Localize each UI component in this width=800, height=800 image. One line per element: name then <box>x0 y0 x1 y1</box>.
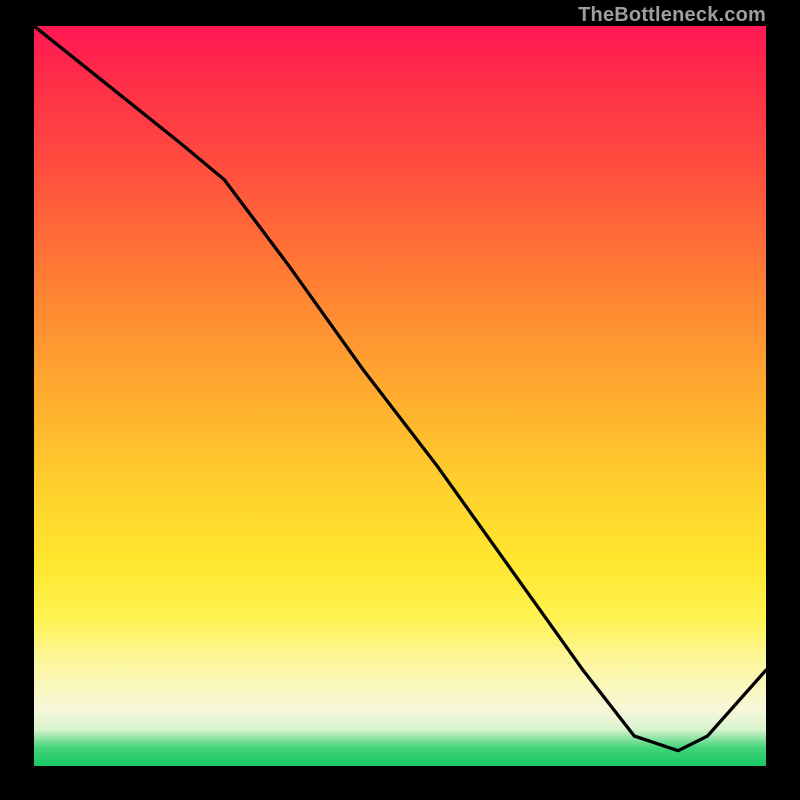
plot-area <box>34 26 766 766</box>
chart-canvas: TheBottleneck.com <box>0 0 800 800</box>
curve-layer <box>34 26 766 758</box>
source-credit: TheBottleneck.com <box>578 4 766 27</box>
bottleneck-curve <box>34 26 766 751</box>
